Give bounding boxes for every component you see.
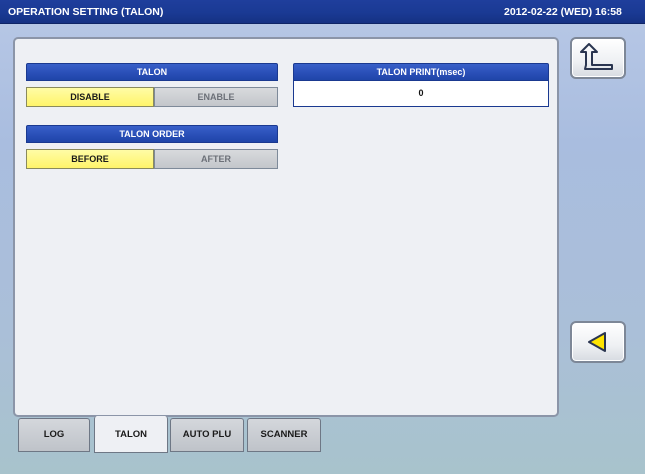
tab-scanner[interactable]: SCANNER (247, 418, 321, 452)
back-button[interactable] (570, 37, 626, 79)
talon-print-header: TALON PRINT(msec) (293, 63, 549, 81)
tab-talon[interactable]: TALON (94, 416, 168, 453)
tab-log[interactable]: LOG (18, 418, 90, 452)
left-triangle-icon (588, 332, 606, 352)
talon-enable-button[interactable]: ENABLE (154, 87, 278, 107)
talon-order-header: TALON ORDER (26, 125, 278, 143)
talon-order-after-button[interactable]: AFTER (154, 149, 278, 169)
talon-disable-button[interactable]: DISABLE (26, 87, 154, 107)
talon-header: TALON (26, 63, 278, 81)
talon-print-value-field[interactable]: 0 (293, 81, 549, 107)
previous-button[interactable] (570, 321, 626, 363)
tab-auto-plu[interactable]: AUTO PLU (170, 418, 244, 452)
talon-order-before-button[interactable]: BEFORE (26, 149, 154, 169)
title-bar: OPERATION SETTING (TALON) 2012-02-22 (WE… (0, 0, 645, 24)
return-arrow-icon (580, 43, 613, 70)
window-title: OPERATION SETTING (TALON) (8, 6, 164, 18)
datetime-display: 2012-02-22 (WED) 16:58 (504, 6, 622, 18)
